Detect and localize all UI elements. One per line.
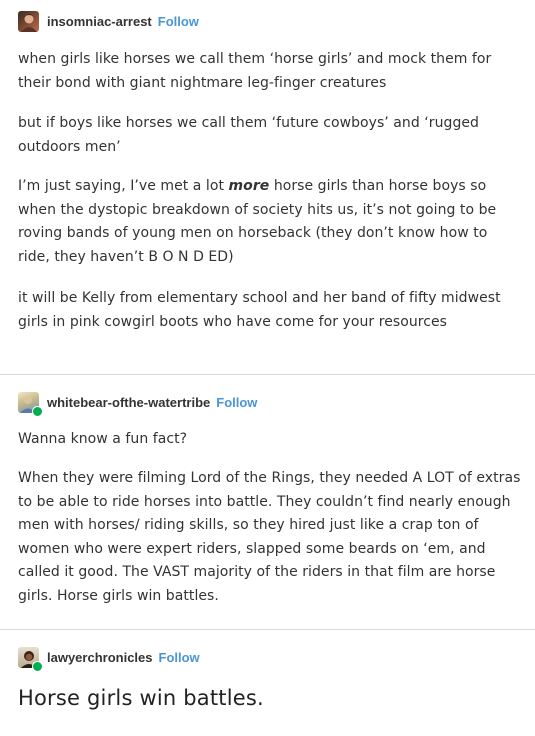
paragraph-text: I’m just saying, I’ve met a lot: [18, 178, 229, 194]
emphasis-text: more: [228, 178, 270, 194]
post-header: whitebear-ofthe-watertribe Follow: [18, 391, 523, 417]
avatar-image-icon: [21, 13, 37, 32]
post-divider: [0, 374, 535, 375]
post-paragraph: when girls like horses we call them ‘hor…: [18, 51, 492, 91]
post-header: insomniac-arrest Follow: [18, 10, 523, 32]
avatar-whitebear-ofthe-watertribe[interactable]: [18, 391, 43, 417]
post-heading-text: Horse girls win battles.: [18, 686, 264, 710]
username[interactable]: lawyerchronicles: [47, 650, 153, 665]
avatar-insomniac-arrest[interactable]: [18, 10, 39, 32]
follow-button[interactable]: Follow: [158, 14, 199, 29]
username[interactable]: insomniac-arrest: [47, 14, 152, 29]
post-paragraph: it will be Kelly from elementary school …: [18, 290, 501, 330]
reblog-badge-icon: [32, 405, 43, 417]
follow-button[interactable]: Follow: [159, 650, 200, 665]
post-paragraph: I’m just saying, I’ve met a lot more hor…: [18, 175, 523, 269]
follow-button[interactable]: Follow: [216, 395, 257, 410]
post-divider: [0, 629, 535, 630]
post-paragraph: Wanna know a fun fact?: [18, 431, 188, 447]
reblog-badge-icon: [32, 660, 43, 672]
post-header: lawyerchronicles Follow: [18, 646, 523, 672]
username[interactable]: whitebear-ofthe-watertribe: [47, 395, 210, 410]
avatar-lawyerchronicles[interactable]: [18, 646, 43, 672]
post-paragraph: When they were filming Lord of the Rings…: [18, 470, 521, 604]
post-paragraph: but if boys like horses we call them ‘fu…: [18, 115, 479, 155]
